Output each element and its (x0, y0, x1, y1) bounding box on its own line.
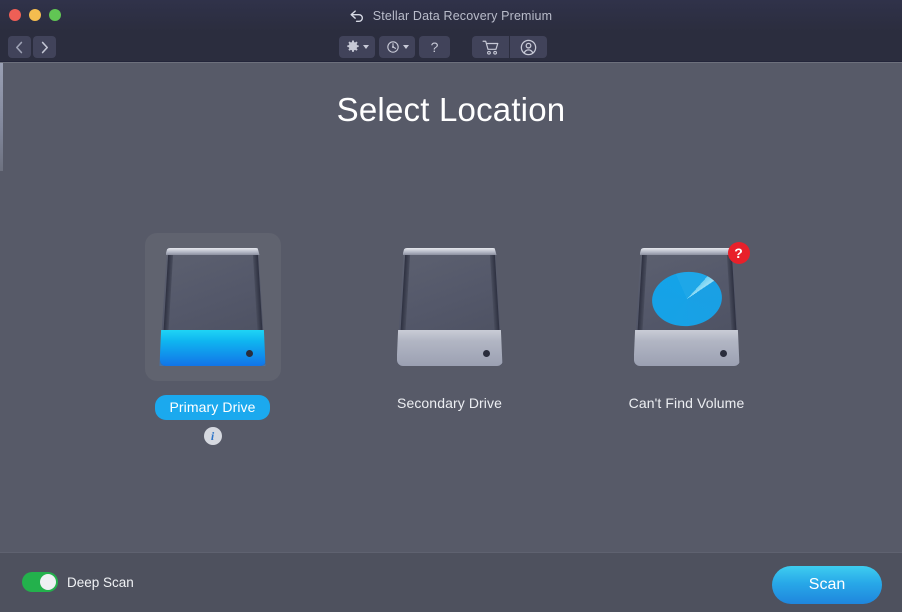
drive-base (397, 330, 503, 366)
nav-back-button[interactable] (8, 36, 31, 58)
drive-card[interactable]: ? (619, 233, 755, 381)
back-chevron-icon (15, 41, 24, 54)
shopping-cart-icon (482, 40, 500, 55)
drive-item-secondary[interactable]: Secondary Drive (331, 233, 568, 445)
drive-base (634, 330, 740, 366)
drive-top-lip (403, 248, 497, 255)
title-bar: Stellar Data Recovery Premium (0, 0, 902, 32)
cart-button[interactable] (472, 36, 509, 58)
title-container: Stellar Data Recovery Premium (0, 0, 902, 32)
forward-chevron-icon (40, 41, 49, 54)
scan-button[interactable]: Scan (772, 566, 882, 604)
deep-scan-label: Deep Scan (67, 575, 134, 590)
drive-top-lip (166, 248, 260, 255)
account-button[interactable] (510, 36, 547, 58)
drive-card-selected[interactable] (145, 233, 281, 381)
settings-button[interactable] (339, 36, 375, 58)
help-button[interactable]: ? (419, 36, 450, 58)
history-clock-icon (386, 40, 400, 54)
toolbar: ? (0, 32, 902, 62)
drive-label-cant-find-volume: Can't Find Volume (629, 395, 745, 411)
drive-led-icon (483, 350, 490, 357)
content-area: Select Location Primary Drive (0, 62, 902, 552)
drive-item-cant-find-volume[interactable]: ? Can't Find Volume (568, 233, 805, 445)
drive-base (160, 330, 266, 366)
nav-forward-button[interactable] (33, 36, 56, 58)
drive-label-secondary: Secondary Drive (397, 395, 502, 411)
app-window: Stellar Data Recovery Premium (0, 0, 902, 612)
drive-top-lip (640, 248, 734, 255)
settings-chevron-down-icon (363, 45, 369, 49)
deep-scan-toggle[interactable] (22, 572, 58, 592)
question-badge-icon: ? (728, 242, 750, 264)
drive-label-primary: Primary Drive (155, 395, 269, 420)
hard-drive-icon (160, 248, 266, 366)
drive-list: Primary Drive i Secondary Dri (0, 233, 902, 445)
info-icon[interactable]: i (204, 427, 222, 445)
drive-led-icon (720, 350, 727, 357)
drive-card[interactable] (382, 233, 518, 381)
app-title: Stellar Data Recovery Premium (373, 9, 552, 23)
history-button[interactable] (379, 36, 415, 58)
hard-drive-icon: ? (634, 248, 740, 366)
drive-item-primary[interactable]: Primary Drive i (94, 233, 331, 445)
drive-led-icon (246, 350, 253, 357)
history-chevron-down-icon (403, 45, 409, 49)
toggle-knob (40, 574, 56, 590)
hard-drive-icon (397, 248, 503, 366)
gear-icon (346, 40, 360, 54)
back-arrow-icon[interactable] (350, 10, 365, 23)
page-title: Select Location (0, 91, 902, 129)
deep-scan-control[interactable]: Deep Scan (22, 572, 134, 592)
footer-bar: Deep Scan Scan (0, 552, 902, 612)
user-account-icon (520, 39, 537, 56)
question-mark-icon: ? (431, 40, 439, 54)
